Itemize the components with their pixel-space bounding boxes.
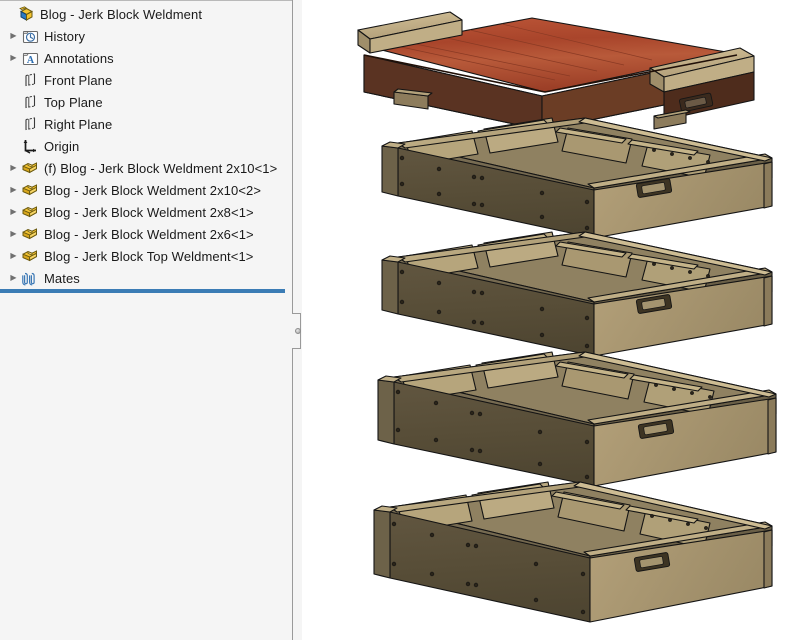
origin-icon bbox=[20, 137, 40, 155]
component-crate-2x10-a bbox=[377, 351, 777, 487]
tree-item-history[interactable]: ▶ History bbox=[0, 25, 292, 47]
tree-item-blog-jerk-block-top-weldment-1[interactable]: ▶ Blog - Jerk Block Top Weldment<1> bbox=[0, 245, 292, 267]
expand-arrow-icon[interactable]: ▶ bbox=[7, 54, 20, 62]
cad-application-window: ▶ Blog - Jerk Block Weldment ▶ History ▶ AA… bbox=[0, 0, 785, 640]
plane-icon bbox=[20, 93, 40, 111]
assembly-icon bbox=[16, 5, 36, 23]
expand-arrow-icon[interactable]: ▶ bbox=[7, 164, 20, 172]
tree-item-blog-jerk-block-weldment-2x6-1[interactable]: ▶ Blog - Jerk Block Weldment 2x6<1> bbox=[0, 223, 292, 245]
expand-arrow-icon[interactable]: ▶ bbox=[7, 230, 20, 238]
tree-item-label: Blog - Jerk Block Weldment bbox=[40, 6, 203, 22]
svg-text:A: A bbox=[26, 55, 34, 66]
annotations-folder-icon: A bbox=[20, 49, 40, 67]
component-crate-2x8 bbox=[381, 231, 773, 357]
panel-splitter[interactable] bbox=[292, 0, 302, 640]
tree-item-label: Blog - Jerk Block Weldment 2x8<1> bbox=[44, 204, 254, 220]
tree-item-label: Origin bbox=[44, 138, 80, 154]
feature-tree-list[interactable]: ▶ Blog - Jerk Block Weldment ▶ History ▶ AA… bbox=[0, 1, 292, 289]
tree-item-label: Blog - Jerk Block Weldment 2x6<1> bbox=[44, 226, 254, 242]
mates-paperclip-icon bbox=[20, 269, 40, 287]
tree-item-front-plane[interactable]: ▶Front Plane bbox=[0, 69, 292, 91]
part-icon bbox=[20, 247, 40, 265]
tree-item-label: Top Plane bbox=[44, 94, 103, 110]
expand-arrow-icon[interactable]: ▶ bbox=[7, 252, 20, 260]
part-icon bbox=[20, 225, 40, 243]
component-crate-2x10-b bbox=[373, 481, 773, 623]
expand-arrow-icon[interactable]: ▶ bbox=[7, 32, 20, 40]
component-top-weldment bbox=[357, 11, 755, 131]
tree-item-blog-jerk-block-weldment-2x10-2[interactable]: ▶ Blog - Jerk Block Weldment 2x10<2> bbox=[0, 179, 292, 201]
plane-icon bbox=[20, 115, 40, 133]
tree-item-blog-jerk-block-weldment-2x8-1[interactable]: ▶ Blog - Jerk Block Weldment 2x8<1> bbox=[0, 201, 292, 223]
splitter-grip-handle[interactable] bbox=[295, 328, 301, 334]
tree-item-right-plane[interactable]: ▶Right Plane bbox=[0, 113, 292, 135]
tree-item-mates[interactable]: ▶ Mates bbox=[0, 267, 292, 289]
tree-item-label: (f) Blog - Jerk Block Weldment 2x10<1> bbox=[44, 160, 278, 176]
expand-arrow-icon[interactable]: ▶ bbox=[7, 208, 20, 216]
tree-item-label: Front Plane bbox=[44, 72, 113, 88]
graphics-viewport[interactable] bbox=[302, 0, 785, 640]
tree-bottom-accent-rule bbox=[0, 289, 285, 293]
part-icon bbox=[20, 203, 40, 221]
tree-item-root[interactable]: ▶ Blog - Jerk Block Weldment bbox=[0, 3, 292, 25]
tree-item-label: History bbox=[44, 28, 86, 44]
history-folder-icon bbox=[20, 27, 40, 45]
part-icon bbox=[20, 159, 40, 177]
expand-arrow-icon[interactable]: ▶ bbox=[7, 186, 20, 194]
tree-item-label: Blog - Jerk Block Weldment 2x10<2> bbox=[44, 182, 262, 198]
exploded-assembly-drawing bbox=[357, 11, 777, 623]
tree-rows-container[interactable]: ▶History▶AAnnotations▶Front Plane▶Top Pl… bbox=[0, 25, 292, 289]
feature-tree-panel[interactable]: ▶ Blog - Jerk Block Weldment ▶ History ▶ AA… bbox=[0, 0, 292, 640]
tree-item-annotations[interactable]: ▶ A Annotations bbox=[0, 47, 292, 69]
plane-icon bbox=[20, 71, 40, 89]
tree-item-label: Right Plane bbox=[44, 116, 113, 132]
tree-item-origin[interactable]: ▶Origin bbox=[0, 135, 292, 157]
tree-item-top-plane[interactable]: ▶Top Plane bbox=[0, 91, 292, 113]
tree-item-label: Mates bbox=[44, 270, 80, 286]
part-icon bbox=[20, 181, 40, 199]
expand-arrow-icon[interactable]: ▶ bbox=[7, 274, 20, 282]
component-crate-2x6 bbox=[381, 117, 773, 239]
tree-item-label: Annotations bbox=[44, 50, 114, 66]
tree-item-f-blog-jerk-block-weldment-2x10-1[interactable]: ▶ (f) Blog - Jerk Block Weldment 2x10<1> bbox=[0, 157, 292, 179]
tree-item-label: Blog - Jerk Block Top Weldment<1> bbox=[44, 248, 254, 264]
